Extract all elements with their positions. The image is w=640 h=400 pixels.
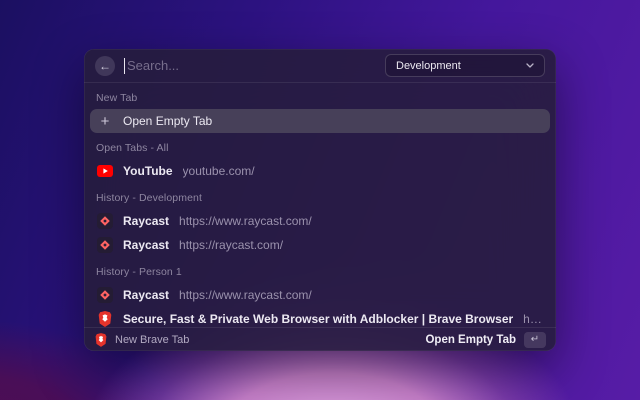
launcher-window: ← Development New Tab + Open Empty Tab O… [84,49,556,351]
list-item-subtitle: https://brave.com/ [523,312,543,326]
back-button[interactable]: ← [95,56,115,76]
list-item-title: YouTube [123,164,173,178]
list-item-title: Raycast [123,214,169,228]
list-item-youtube[interactable]: YouTube youtube.com/ [90,159,550,183]
search-input[interactable] [124,58,376,73]
list-item-subtitle: https://www.raycast.com/ [179,214,312,228]
list-item-brave[interactable]: Secure, Fast & Private Web Browser with … [90,307,550,327]
raycast-icon [97,237,113,253]
list-item-subtitle: https://www.raycast.com/ [179,288,312,302]
list-item-subtitle: youtube.com/ [183,164,255,178]
footer-bar: New Brave Tab Open Empty Tab ↵ [84,327,556,351]
back-arrow-icon: ← [99,60,111,72]
enter-key-icon: ↵ [524,332,546,348]
list-item-open-empty-tab[interactable]: + Open Empty Tab [90,109,550,133]
section-header-open-tabs: Open Tabs - All [90,133,550,159]
youtube-icon [97,165,113,177]
footer-primary-action[interactable]: Open Empty Tab ↵ [425,332,546,348]
text-caret [124,58,125,74]
chevron-down-icon [526,63,534,68]
section-header-history-person-1: History - Person 1 [90,257,550,283]
list-item-title: Open Empty Tab [123,114,212,128]
search-bar: ← Development [84,49,556,83]
list-item-raycast-www[interactable]: Raycast https://www.raycast.com/ [90,209,550,233]
section-header-new-tab: New Tab [90,83,550,109]
raycast-icon [97,287,113,303]
brave-icon [94,333,107,347]
list-item-raycast[interactable]: Raycast https://raycast.com/ [90,233,550,257]
profile-dropdown[interactable]: Development [385,54,545,77]
list-item-raycast-www-2[interactable]: Raycast https://www.raycast.com/ [90,283,550,307]
section-header-history-development: History - Development [90,183,550,209]
search-field-wrap [124,57,376,75]
results-list: New Tab + Open Empty Tab Open Tabs - All… [84,83,556,327]
plus-icon: + [97,114,113,129]
list-item-title: Raycast [123,238,169,252]
list-item-title: Secure, Fast & Private Web Browser with … [123,312,513,326]
raycast-icon [97,213,113,229]
primary-action-label: Open Empty Tab [425,334,516,346]
list-item-title: Raycast [123,288,169,302]
list-item-subtitle: https://raycast.com/ [179,238,283,252]
footer-app-label: New Brave Tab [115,334,189,346]
brave-icon [97,311,113,327]
profile-dropdown-value: Development [396,60,461,72]
